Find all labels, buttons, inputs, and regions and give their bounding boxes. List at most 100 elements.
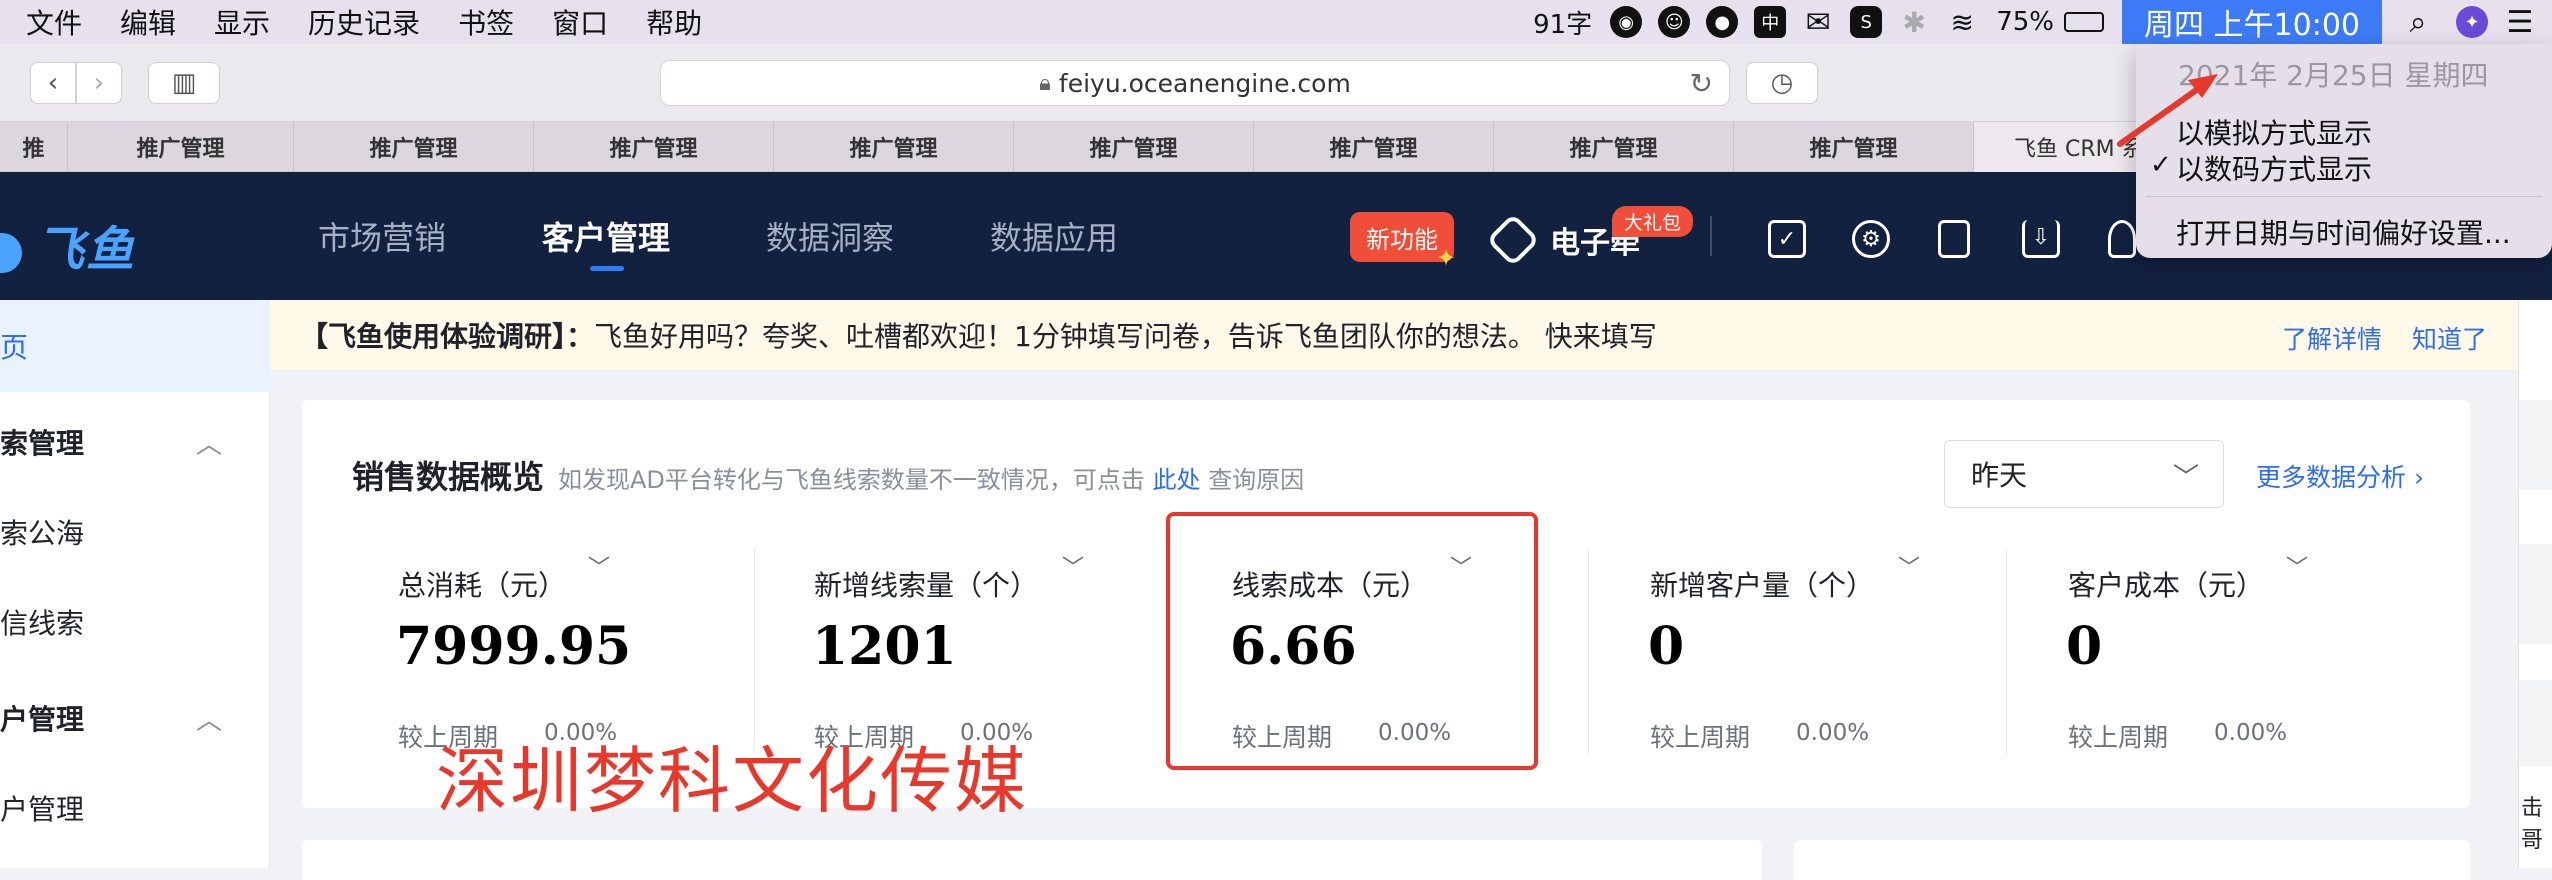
bell-icon[interactable] xyxy=(2108,220,2136,258)
lower-card xyxy=(302,840,1762,880)
menu-history[interactable]: 历史记录 xyxy=(308,2,420,42)
chevron-down-icon[interactable]: ﹀ xyxy=(2286,550,2308,582)
tab[interactable]: 推广管理 xyxy=(1254,122,1494,172)
menu-item-open-prefs[interactable]: 打开日期与时间偏好设置... xyxy=(2176,212,2511,252)
menu-bar: 文件 编辑 显示 历史记录 书签 窗口 帮助 91字 ◉ ☺ ● 中 ✉ S ✱… xyxy=(0,0,2552,44)
esign-logo-icon xyxy=(1486,213,1540,267)
menu-edit[interactable]: 编辑 xyxy=(120,2,176,42)
chevron-left-icon: ‹ xyxy=(47,68,59,98)
notice-title: 【飞鱼使用体验调研】： xyxy=(300,320,595,353)
sparkle-icon: ✦ xyxy=(1436,244,1457,272)
clipboard-icon[interactable]: ✓ xyxy=(1768,220,1806,258)
tab[interactable]: 推广管理 xyxy=(1014,122,1254,172)
period-select-value: 昨天 xyxy=(1971,459,2028,492)
edge-text: 击哥 xyxy=(2521,796,2544,853)
chevron-up-icon[interactable]: ︿ xyxy=(196,700,222,737)
metric-compare: 较上周期 xyxy=(1650,723,1751,752)
metric-value: 0 xyxy=(1648,616,1685,677)
panda-icon[interactable]: ◉ xyxy=(1610,6,1643,38)
reload-icon[interactable]: ↻ xyxy=(1690,67,1713,100)
sidebar-toggle-button[interactable]: ▥ xyxy=(148,62,220,104)
forward-button[interactable]: › xyxy=(76,62,122,104)
nav-data-application[interactable]: 数据应用 xyxy=(990,172,1118,300)
hint-link[interactable]: 此处 xyxy=(1153,466,1201,494)
siri-icon[interactable]: ✦ xyxy=(2456,6,2488,38)
clock[interactable]: 周四 上午10:00 xyxy=(2122,0,2382,44)
word-count[interactable]: 91字 xyxy=(1533,4,1592,41)
metric-label: 客户成本（元） xyxy=(2068,569,2265,602)
tab[interactable]: 推广管理 xyxy=(534,122,774,172)
notice-body[interactable]: 飞鱼好用吗？夸奖、吐槽都欢迎！1分钟填写问卷，告诉飞鱼团队你的想法。 快来填写 xyxy=(594,320,1657,353)
chevron-down-icon[interactable]: ﹀ xyxy=(588,550,610,582)
metric-label: 新增客户量（个） xyxy=(1650,569,1875,602)
chevron-up-icon[interactable]: ︿ xyxy=(196,424,222,461)
gear-icon[interactable]: ⚙ xyxy=(1852,220,1890,258)
sidebar-item-leads[interactable]: 信线索 xyxy=(0,602,270,642)
sidebar-icon: ▥ xyxy=(171,68,197,98)
menu-help[interactable]: 帮助 xyxy=(646,2,702,42)
metric-divider xyxy=(1588,548,1589,754)
input-method-icon[interactable]: 中 xyxy=(1754,6,1787,38)
sidebar-group-customer-management[interactable]: 户管理 xyxy=(0,698,270,738)
download-icon[interactable]: ⇩ xyxy=(2022,220,2060,258)
tab[interactable]: 推广管理 xyxy=(774,122,1014,172)
menu-view[interactable]: 显示 xyxy=(214,2,270,42)
metric-divider xyxy=(2006,548,2007,754)
card-hint: 如发现AD平台转化与飞鱼线索数量不一致情况，可点击 此处 查询原因 xyxy=(558,460,1304,495)
sidebar-item-home[interactable]: 页 xyxy=(0,300,270,392)
metric-percent: 0.00% xyxy=(2214,720,2288,746)
logo-text: 飞鱼 xyxy=(36,222,137,278)
chevron-down-icon: ﹀ xyxy=(2172,463,2199,493)
search-icon[interactable]: ⌕ xyxy=(2402,5,2434,40)
control-center-icon[interactable]: ☰ xyxy=(2504,5,2536,40)
header-divider xyxy=(1710,216,1712,256)
url-text: feiyu.oceanengine.com xyxy=(1058,68,1351,98)
sidebar: 页 索管理 ︿ 索公海 信线索 户管理 ︿ 户管理 xyxy=(0,300,270,868)
menu-file[interactable]: 文件 xyxy=(26,2,82,42)
nav-data-insight[interactable]: 数据洞察 xyxy=(766,172,894,300)
learn-more-link[interactable]: 了解详情 xyxy=(2282,320,2382,356)
tab[interactable]: 推广管理 xyxy=(294,122,534,172)
tablet-icon[interactable] xyxy=(1938,220,1970,258)
microphone-icon[interactable]: ● xyxy=(1706,6,1739,38)
menu-item-digital[interactable]: 以数码方式显示 xyxy=(2176,148,2372,188)
clock-icon: ◷ xyxy=(1770,68,1794,98)
dismiss-link[interactable]: 知道了 xyxy=(2412,320,2487,356)
metric-new-customers: 新增客户量（个） ﹀ 0 较上周期 0.00% xyxy=(1648,550,2030,770)
chevron-down-icon[interactable]: ﹀ xyxy=(1898,550,1920,582)
metric-compare: 较上周期 xyxy=(2068,723,2169,752)
wifi-icon[interactable]: ≋ xyxy=(1946,6,1978,39)
nav-marketing[interactable]: 市场营销 xyxy=(318,172,446,300)
tab[interactable]: 推广管理 xyxy=(1494,122,1734,172)
tab[interactable]: 推广管理 xyxy=(1734,122,1974,172)
more-analysis-link[interactable]: 更多数据分析 › xyxy=(2256,458,2424,494)
period-select[interactable]: 昨天 ﹀ xyxy=(1944,440,2224,508)
chevron-down-icon[interactable]: ﹀ xyxy=(1062,550,1084,582)
metric-customer-cost: 客户成本（元） ﹀ 0 较上周期 0.00% xyxy=(2066,550,2448,770)
hint-suffix: 查询原因 xyxy=(1208,466,1305,494)
sidebar-group-lead-management[interactable]: 索管理 xyxy=(0,422,270,462)
face-icon[interactable]: ☺ xyxy=(1658,6,1691,38)
menu-window[interactable]: 窗口 xyxy=(552,2,608,42)
nav-customer-management[interactable]: 客户管理 xyxy=(542,172,670,300)
battery-icon[interactable] xyxy=(2064,12,2104,32)
bluetooth-icon[interactable]: ✱ xyxy=(1898,6,1930,39)
notice-text: 【飞鱼使用体验调研】：飞鱼好用吗？夸奖、吐槽都欢迎！1分钟填写问卷，告诉飞鱼团队… xyxy=(300,315,1657,355)
tab[interactable]: 推 xyxy=(0,122,68,172)
gift-badge: 大礼包 xyxy=(1612,206,1694,237)
menu-bookmarks[interactable]: 书签 xyxy=(458,2,514,42)
feiyu-logo[interactable]: 飞鱼 xyxy=(0,210,136,280)
sidebar-item-customer-management[interactable]: 户管理 xyxy=(0,788,270,828)
address-bar[interactable]: 🔒︎ feiyu.oceanengine.com ↻ xyxy=(660,60,1730,106)
lead-cost-highlight-box xyxy=(1166,512,1538,770)
metric-value: 7999.95 xyxy=(396,616,632,677)
back-button[interactable]: ‹ xyxy=(30,62,76,104)
wechat-icon[interactable]: ✉ xyxy=(1802,5,1834,40)
lower-card-right xyxy=(1794,840,2470,880)
red-arrow-annotation xyxy=(2117,74,2218,147)
tab[interactable]: 推广管理 xyxy=(68,122,294,172)
history-button[interactable]: ◷ xyxy=(1746,62,1818,104)
sogou-icon[interactable]: S xyxy=(1850,6,1883,38)
sidebar-item-lead-pool[interactable]: 索公海 xyxy=(0,512,270,552)
edge-block xyxy=(2519,680,2552,766)
